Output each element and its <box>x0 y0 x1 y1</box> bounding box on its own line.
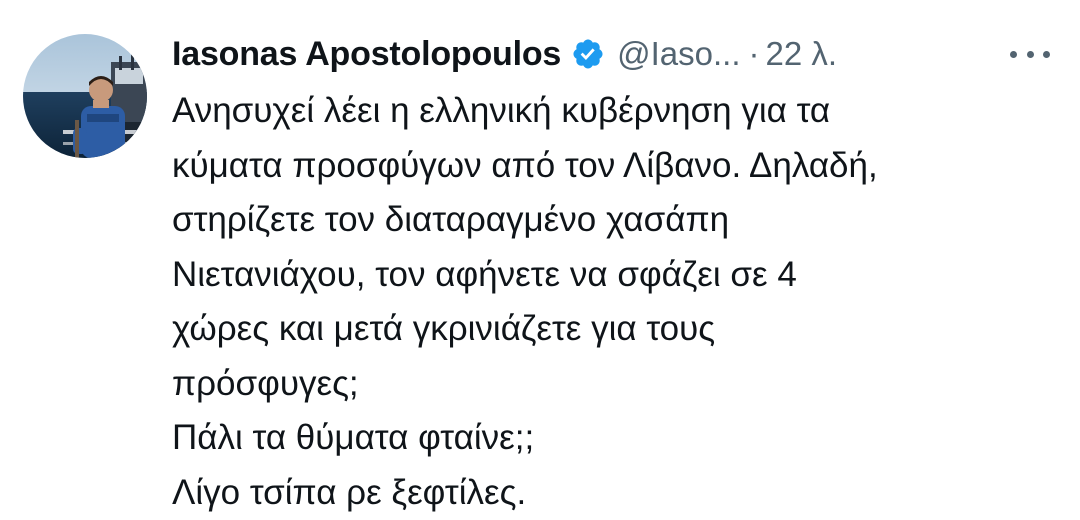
tweet-text-line: στηρίζετε τον διαταραγμένο χασάπη <box>172 200 730 239</box>
more-dot <box>1043 50 1050 58</box>
author-display-name[interactable]: Iasonas Apostolopoulos <box>172 35 561 74</box>
avatar[interactable] <box>23 34 147 158</box>
tweet-text-line: χώρες και μετά γκρινιάζετε για τους <box>172 309 716 348</box>
verified-badge-icon <box>571 37 605 71</box>
tweet-text: Ανησυχεί λέει η ελληνική κυβέρνηση για τ… <box>172 84 1052 520</box>
author-handle[interactable]: @Iaso... <box>617 35 740 73</box>
more-dot <box>1010 50 1017 58</box>
tweet-text-line: κύματα προσφύγων από τον Λίβανο. Δηλαδή, <box>172 145 878 185</box>
profile-photo <box>23 34 147 158</box>
more-dot <box>1026 50 1034 58</box>
tweet-text-line: Πάλι τα θύματα φταίνε;; <box>172 418 535 457</box>
tweet-text-line: Ανησυχεί λέει η ελληνική κυβέρνηση για τ… <box>172 91 831 130</box>
tweet-text-line: πρόσφυγες; <box>172 363 359 403</box>
tweet-timestamp[interactable]: 22 λ. <box>766 35 838 73</box>
tweet-text-line: Νιετανιάχου, τον αφήνετε να σφάζει σε 4 <box>172 254 797 294</box>
tweet[interactable]: Iasonas Apostolopoulos @Iaso... · 22 λ. … <box>0 0 1080 520</box>
more-horizontal-icon[interactable] <box>1010 44 1050 64</box>
header-separator: · <box>748 35 760 72</box>
tweet-text-line: Λίγο τσίπα ρε ξεφτίλες. <box>172 472 527 512</box>
tweet-header: Iasonas Apostolopoulos @Iaso... · 22 λ. <box>172 28 837 80</box>
